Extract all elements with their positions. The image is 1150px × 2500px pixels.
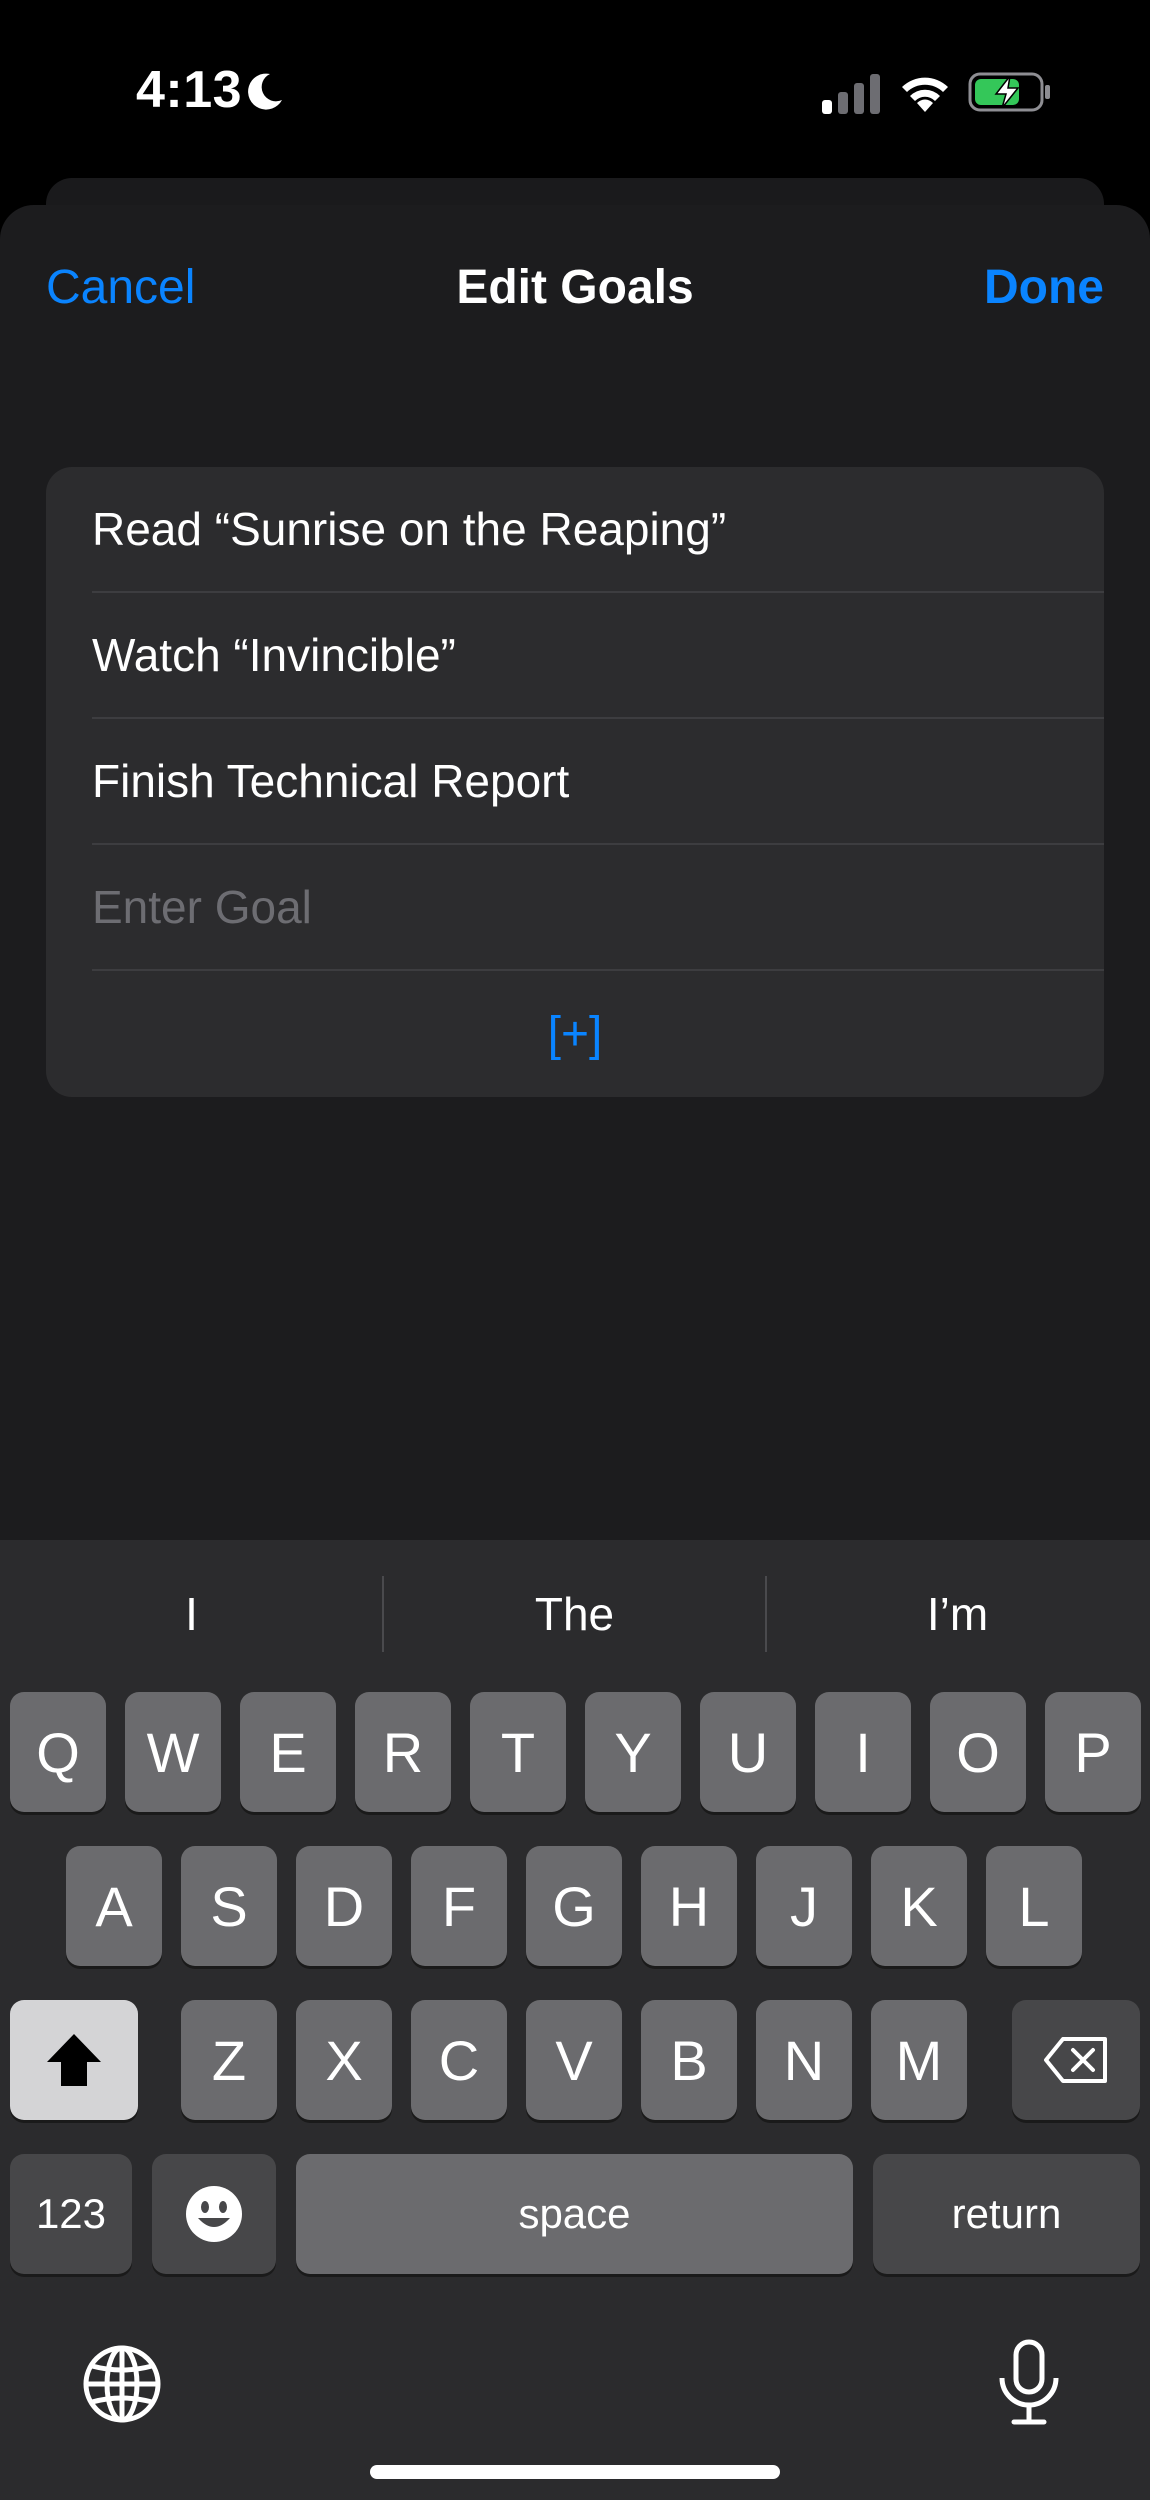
key-t[interactable]: T	[470, 1692, 566, 1812]
return-key[interactable]: return	[873, 2154, 1140, 2274]
key-f[interactable]: F	[411, 1846, 507, 1966]
numbers-key[interactable]: 123	[10, 2154, 132, 2274]
key-z[interactable]: Z	[181, 2000, 277, 2120]
space-key[interactable]: space	[296, 2154, 853, 2274]
key-g[interactable]: G	[526, 1846, 622, 1966]
key-u[interactable]: U	[700, 1692, 796, 1812]
goal-text: Read “Sunrise on the Reaping”	[92, 503, 727, 555]
page-title: Edit Goals	[456, 261, 694, 314]
goal-item[interactable]: Read “Sunrise on the Reaping”	[92, 467, 1104, 593]
key-q[interactable]: Q	[10, 1692, 106, 1812]
backspace-icon	[1044, 2037, 1107, 2083]
goal-item[interactable]: Watch “Invincible”	[92, 593, 1104, 719]
key-l[interactable]: L	[986, 1846, 1082, 1966]
moon-icon	[248, 73, 282, 110]
shift-key[interactable]	[10, 2000, 138, 2120]
home-indicator[interactable]	[370, 2465, 780, 2479]
goal-item[interactable]: Finish Technical Report	[92, 719, 1104, 845]
add-goal-button[interactable]: [+]	[46, 971, 1104, 1097]
key-r[interactable]: R	[355, 1692, 451, 1812]
key-m[interactable]: M	[871, 2000, 967, 2120]
key-j[interactable]: J	[756, 1846, 852, 1966]
done-button[interactable]: Done	[984, 260, 1104, 315]
prediction-suggestion[interactable]: I’m	[766, 1576, 1149, 1652]
shift-icon	[47, 2034, 101, 2086]
key-o[interactable]: O	[930, 1692, 1026, 1812]
key-k[interactable]: K	[871, 1846, 967, 1966]
key-e[interactable]: E	[240, 1692, 336, 1812]
key-w[interactable]: W	[125, 1692, 221, 1812]
goal-input[interactable]	[92, 880, 1104, 934]
goal-input-row	[92, 845, 1104, 971]
key-n[interactable]: N	[756, 2000, 852, 2120]
screen: 4:13 Cancel Edit Goals Done Read “Sunris…	[0, 0, 1150, 2500]
key-c[interactable]: C	[411, 2000, 507, 2120]
prediction-suggestion[interactable]: I	[0, 1576, 383, 1652]
key-p[interactable]: P	[1045, 1692, 1141, 1812]
status-time: 4:13	[136, 61, 243, 119]
key-s[interactable]: S	[181, 1846, 277, 1966]
prediction-suggestion[interactable]: The	[383, 1576, 766, 1652]
goal-text: Finish Technical Report	[92, 755, 570, 807]
status-bar: 4:13	[0, 0, 1150, 180]
battery-charging-icon	[968, 72, 1050, 112]
microphone-icon[interactable]	[994, 2338, 1064, 2428]
emoji-key[interactable]	[152, 2154, 276, 2274]
wifi-icon	[902, 77, 948, 112]
globe-icon[interactable]	[82, 2344, 162, 2424]
goals-list: Read “Sunrise on the Reaping” Watch “Inv…	[46, 467, 1104, 1097]
key-b[interactable]: B	[641, 2000, 737, 2120]
goal-text: Watch “Invincible”	[92, 629, 456, 681]
emoji-icon	[186, 2186, 242, 2242]
predictive-text-bar: I The I’m	[0, 1540, 1150, 1690]
cellular-signal-icon	[822, 74, 880, 114]
key-a[interactable]: A	[66, 1846, 162, 1966]
key-d[interactable]: D	[296, 1846, 392, 1966]
key-x[interactable]: X	[296, 2000, 392, 2120]
key-h[interactable]: H	[641, 1846, 737, 1966]
backspace-key[interactable]	[1012, 2000, 1140, 2120]
key-y[interactable]: Y	[585, 1692, 681, 1812]
key-i[interactable]: I	[815, 1692, 911, 1812]
key-v[interactable]: V	[526, 2000, 622, 2120]
